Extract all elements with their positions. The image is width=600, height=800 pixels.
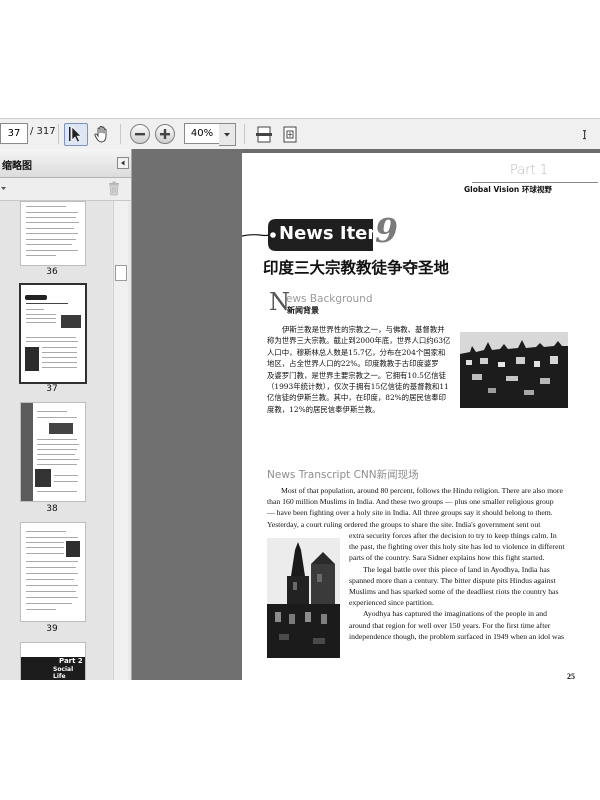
fit-width-button[interactable] — [252, 123, 276, 146]
thumbnail-list: 36 37 38 39 Part 2 Social Life — [0, 201, 112, 680]
document-page[interactable]: Part 1 Global Vision 环球视野 News Item 9 印度… — [242, 153, 600, 680]
transcript-line: parts of the country. Sara Sidner explai… — [349, 553, 545, 563]
hand-tool-button[interactable] — [90, 123, 114, 146]
background-paragraph: 伊斯兰教是世界性的宗教之一，与佛教、基督教并 称为世界三大宗教。截止到2000年… — [267, 324, 467, 415]
text-cursor-icon — [583, 130, 586, 140]
headline: 印度三大宗教教徒争夺圣地 — [263, 258, 450, 277]
transcript-line: around that region for well over 150 yea… — [349, 620, 551, 630]
thumb-photo — [49, 423, 73, 434]
transcript-line: Ayodhya has captured the imaginations of… — [363, 609, 547, 619]
thumbnails-panel: 缩略图 36 37 38 39 Part 2 Social Life — [0, 149, 132, 680]
select-text-button[interactable] — [578, 123, 600, 146]
transcript-line: spanned more than a century. The bitter … — [349, 575, 556, 585]
temple-photo — [267, 538, 340, 658]
transcript-line: — have been fighting over a holy site in… — [267, 508, 553, 518]
page-total-label: / 317 — [30, 126, 56, 137]
thumb-news-tag — [25, 295, 47, 300]
news-item-label: News Item — [279, 223, 387, 244]
select-arrow-icon — [69, 126, 82, 143]
paragraph-line: （1993年统计数），仅次于拥有15亿信徒的基督教和11 — [267, 382, 449, 392]
paragraph-line: 人口中，穆斯林总人数是15.7亿，分布在204个国家和 — [267, 347, 446, 357]
select-tool-button[interactable] — [64, 123, 88, 146]
paragraph-line: 伊斯兰教是世界性的宗教之一，与佛教、基督教并 — [282, 325, 445, 334]
header-rule — [472, 182, 598, 183]
paragraph-line: 度教，12%的居民信奉伊斯兰教。 — [267, 404, 380, 414]
city-skyline-photo — [460, 332, 568, 408]
zoom-in-icon — [160, 129, 170, 139]
chevron-left-icon — [121, 160, 125, 166]
thumb-part-label: Part 2 — [59, 657, 83, 665]
thumb-photo — [25, 347, 39, 371]
section-title: Global Vision 环球视野 — [464, 185, 552, 194]
scrollbar-thumb[interactable] — [115, 265, 127, 281]
part-label: Part 1 — [510, 163, 549, 178]
paragraph-line: 亿信徒的伊斯兰教。其中，在印度，82%的居民信奉印 — [267, 393, 447, 403]
transcript-heading: News Transcript CNN新闻现场 — [267, 469, 419, 481]
fit-page-button[interactable] — [278, 123, 302, 146]
zoom-in-button[interactable] — [155, 124, 175, 144]
thumbnail-label: 38 — [46, 504, 58, 514]
paragraph-line: 及婆罗门教，是世界主要宗教之一。它拥有10.5亿信徒 — [267, 370, 447, 380]
thumbnail-label: 36 — [46, 267, 58, 277]
hand-icon — [94, 126, 107, 143]
transcript-paragraph-continued: extra security forces after the decision… — [349, 530, 567, 642]
transcript-line: independence though, the problem surface… — [349, 631, 564, 641]
page-number-input[interactable]: 37 — [0, 123, 28, 144]
page-number: 25 — [567, 672, 575, 680]
zoom-dropdown-button[interactable] — [219, 123, 236, 146]
toolbar: 37 / 317 40% — [0, 118, 600, 150]
thumb-side-band — [21, 403, 33, 501]
document-viewer-background — [132, 149, 242, 680]
thumb-section-label: Social Life — [53, 666, 74, 680]
thumb-photo — [35, 469, 51, 487]
transcript-paragraph: Most of that population, around 80 perce… — [267, 485, 567, 530]
transcript-line: Muslims and has sparked some of the dead… — [349, 587, 559, 597]
transcript-line: Most of that population, around 80 perce… — [281, 486, 563, 495]
news-item-number: 9 — [375, 211, 398, 250]
transcript-line: Yesterday, a court ruling ordered the gr… — [267, 519, 541, 529]
toolbar-separator — [58, 124, 59, 144]
page-thumbnail-37[interactable] — [19, 283, 87, 384]
thumbnail-label: 37 — [46, 384, 58, 394]
toolbar-separator — [244, 124, 245, 144]
page-thumbnail-38[interactable] — [20, 402, 86, 502]
paragraph-line: 地区，占全世界人口的22%。印度教教于古印度婆罗 — [267, 359, 439, 369]
thumb-photo — [61, 315, 81, 328]
transcript-line: than 160 million Muslims in India. And t… — [267, 497, 554, 507]
background-heading-en: ews Background — [286, 293, 373, 305]
options-chevron-icon[interactable] — [1, 184, 7, 194]
page-thumbnail-40[interactable]: Part 2 Social Life — [20, 642, 86, 680]
panel-header: 缩略图 — [0, 149, 131, 178]
paragraph-line: 称为世界三大宗教。截止到2000年底，世界人口约63亿 — [267, 336, 451, 346]
panel-title: 缩略图 — [2, 161, 32, 172]
thumbnail-scrollbar[interactable] — [113, 201, 128, 680]
transcript-line: extra security forces after the decision… — [349, 531, 557, 540]
collapse-panel-button[interactable] — [117, 157, 129, 169]
page-thumbnail-36[interactable] — [20, 201, 86, 266]
transcript-line: the past, the fighting over this holy si… — [349, 542, 565, 552]
chevron-down-icon — [224, 133, 230, 137]
fit-width-icon — [256, 126, 272, 143]
zoom-out-button[interactable] — [130, 124, 150, 144]
fit-page-icon — [283, 126, 297, 143]
thumb-photo — [66, 541, 80, 557]
transcript-line: The legal battle over this piece of land… — [363, 564, 550, 574]
zoom-out-icon — [135, 133, 145, 136]
zoom-level-field[interactable]: 40% — [184, 123, 220, 144]
toolbar-separator — [120, 124, 121, 144]
trash-icon[interactable] — [108, 181, 120, 196]
background-heading-cn: 新闻背景 — [287, 306, 319, 315]
panel-toolbar — [0, 178, 131, 201]
page-thumbnail-39[interactable] — [20, 522, 86, 622]
transcript-line: experienced since partition. — [349, 598, 434, 608]
thumbnail-label: 39 — [46, 624, 58, 634]
